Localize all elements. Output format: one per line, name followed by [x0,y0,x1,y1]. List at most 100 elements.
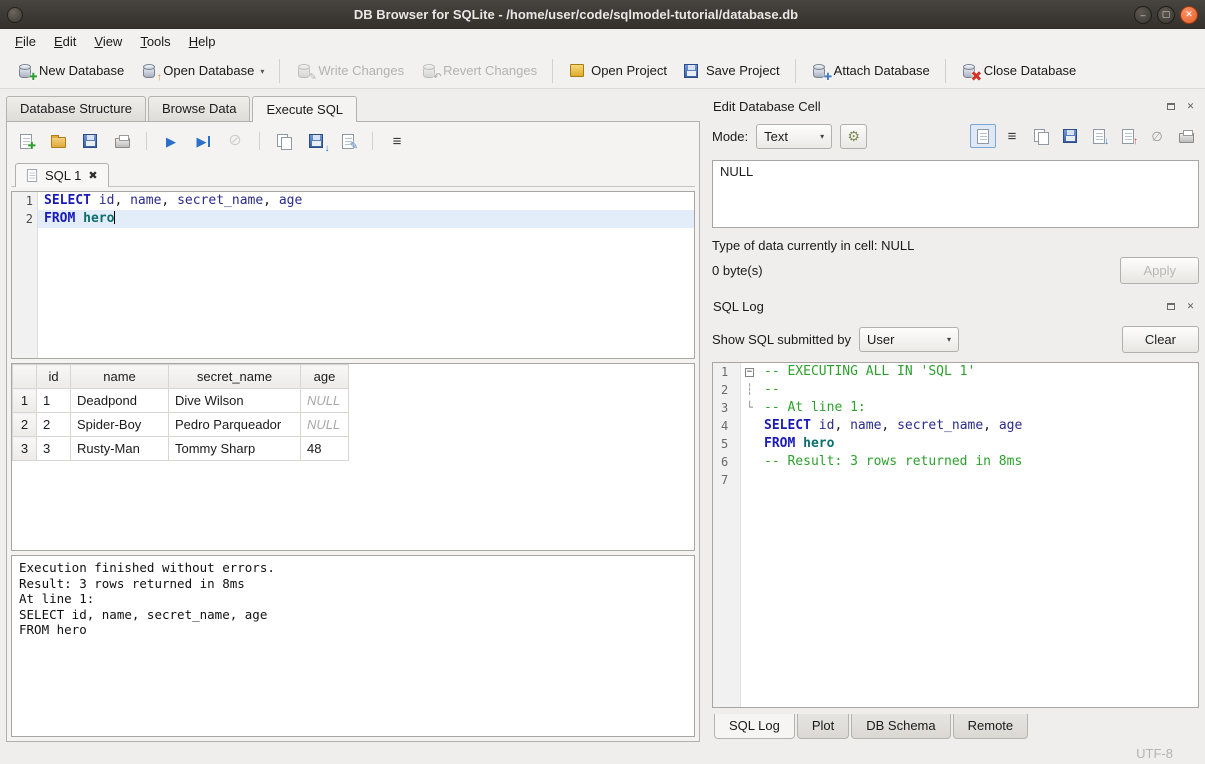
save-sql-file-button[interactable] [77,128,103,154]
cell-age[interactable]: NULL [301,413,349,437]
float-log-dock-button[interactable] [1163,299,1178,313]
open-results-new-tab-button[interactable] [271,128,297,154]
cell-type-info: Type of data currently in cell: NULL [712,238,1199,253]
titlebar[interactable]: DB Browser for SQLite - /home/user/code/… [0,0,1205,29]
sql-tab[interactable]: SQL 1 ✖ [15,163,109,187]
close-database-button[interactable]: ✖Close Database [953,58,1085,83]
word-wrap-button[interactable]: ≡ [384,128,410,154]
cell-id[interactable]: 1 [37,389,71,413]
export-file-button[interactable]: ↑ [1115,124,1141,148]
log-line-6[interactable]: 6-- Result: 3 rows returned in 8ms [713,453,1198,471]
main-tabs: Database StructureBrowse DataExecute SQL [6,94,700,121]
mode-select[interactable]: Text ▾ [756,124,832,149]
menu-edit[interactable]: Edit [45,31,85,52]
open-sql-file-button[interactable] [45,128,71,154]
cell-name[interactable]: Spider-Boy [71,413,169,437]
word-wrap-button[interactable]: ≡ [999,124,1025,148]
text-edit-button[interactable] [970,124,996,148]
gear-icon: ⚙ [847,129,860,143]
dock-tab-remote[interactable]: Remote [953,714,1029,739]
text-cursor [114,211,115,224]
print-icon [114,133,131,150]
sql-editor[interactable]: 1SELECT id, name, secret_name, age2FROM … [11,191,695,359]
menu-view[interactable]: View [85,31,131,52]
execute-current-line-button[interactable]: ▶ [190,128,216,154]
auto-switch-mode-button[interactable]: ⚙ [840,124,867,149]
line-number: 6 [713,453,741,471]
import-file-button[interactable]: ↓ [1086,124,1112,148]
tab-execute-sql[interactable]: Execute SQL [252,96,357,122]
column-header-secret-name[interactable]: secret_name [169,365,301,389]
cell-id[interactable]: 2 [37,413,71,437]
cell-age[interactable]: NULL [301,389,349,413]
log-filter-select[interactable]: User ▾ [859,327,959,352]
editor-line-2[interactable]: 2FROM hero [12,210,694,228]
sql-file-icon [27,169,37,182]
save-results-button[interactable]: ↓ [303,128,329,154]
fold-collapse-icon[interactable]: − [745,368,754,377]
save-as-button[interactable] [1057,124,1083,148]
find-replace-button[interactable]: ✎ [335,128,361,154]
print-button[interactable] [109,128,135,154]
float-dock-icon [1167,103,1175,110]
cell-secret-name[interactable]: Pedro Parqueador [169,413,301,437]
open-database-button[interactable]: ↑Open Database▾ [132,58,272,83]
save-results-icon: ↓ [308,133,325,150]
dock-tab-db-schema[interactable]: DB Schema [851,714,950,739]
cell-id[interactable]: 3 [37,437,71,461]
editor-line-1[interactable]: 1SELECT id, name, secret_name, age [12,192,694,210]
set-null-button[interactable]: ∅ [1144,124,1170,148]
log-line-1[interactable]: 1−-- EXECUTING ALL IN 'SQL 1' [713,363,1198,381]
execution-message: Execution finished without errors. Resul… [11,555,695,737]
menu-tools[interactable]: Tools [131,31,179,52]
log-line-4[interactable]: 4SELECT id, name, secret_name, age [713,417,1198,435]
new-tab-button[interactable]: ✚ [13,128,39,154]
menu-file[interactable]: File [6,31,45,52]
log-line-2[interactable]: 2┆-- [713,381,1198,399]
float-dock-button[interactable] [1163,99,1178,113]
row-number: 2 [13,413,37,437]
copy-button[interactable] [1028,124,1054,148]
menu-help[interactable]: Help [180,31,225,52]
log-line-3[interactable]: 3└-- At line 1: [713,399,1198,417]
close-dock-button[interactable]: ✕ [1183,99,1198,113]
dropdown-arrow-icon[interactable]: ▾ [260,67,264,79]
close-button[interactable]: ✕ [1180,6,1198,24]
minimize-button[interactable]: – [1134,6,1152,24]
line-text: -- [758,381,1198,399]
clear-log-button[interactable]: Clear [1122,326,1199,353]
cell-secret-name[interactable]: Tommy Sharp [169,437,301,461]
attach-database-button[interactable]: ✚Attach Database [803,58,938,83]
cell-name[interactable]: Deadpond [71,389,169,413]
maximize-button[interactable]: ▢ [1157,6,1175,24]
dock-tab-plot[interactable]: Plot [797,714,849,739]
sql-log-view[interactable]: 1−-- EXECUTING ALL IN 'SQL 1'2┆--3└-- At… [712,362,1199,708]
workarea: Database StructureBrowse DataExecute SQL… [0,89,1205,742]
cell-name[interactable]: Rusty-Man [71,437,169,461]
save-project-icon [683,62,700,79]
app-icon[interactable] [7,7,23,23]
save-sql-file-icon [82,133,99,150]
new-database-button[interactable]: ✚New Database [8,58,132,83]
cell-secret-name[interactable]: Dive Wilson [169,389,301,413]
log-line-7[interactable]: 7 [713,471,1198,489]
close-log-dock-button[interactable]: ✕ [1183,299,1198,313]
fold-marker [741,453,758,471]
cell-editor[interactable]: NULL [712,160,1199,228]
cell-age[interactable]: 48 [301,437,349,461]
open-project-button[interactable]: Open Project [560,58,675,83]
column-header-name[interactable]: name [71,365,169,389]
save-project-button[interactable]: Save Project [675,58,788,83]
close-tab-icon[interactable]: ✖ [88,169,97,182]
cell-mode-row: Mode: Text ▾ ⚙ ≡↓↑∅ [712,119,1199,153]
results-table: idnamesecret_nameage11DeadpondDive Wilso… [12,364,349,461]
tab-database-structure[interactable]: Database Structure [6,96,146,121]
tab-browse-data[interactable]: Browse Data [148,96,250,121]
column-header-age[interactable]: age [301,365,349,389]
log-line-5[interactable]: 5FROM hero [713,435,1198,453]
execute-all-button[interactable]: ▶ [158,128,184,154]
print-cell-button[interactable] [1173,124,1199,148]
log-filter-label: Show SQL submitted by [712,332,851,347]
dock-tab-sql-log[interactable]: SQL Log [714,714,795,739]
column-header-id[interactable]: id [37,365,71,389]
